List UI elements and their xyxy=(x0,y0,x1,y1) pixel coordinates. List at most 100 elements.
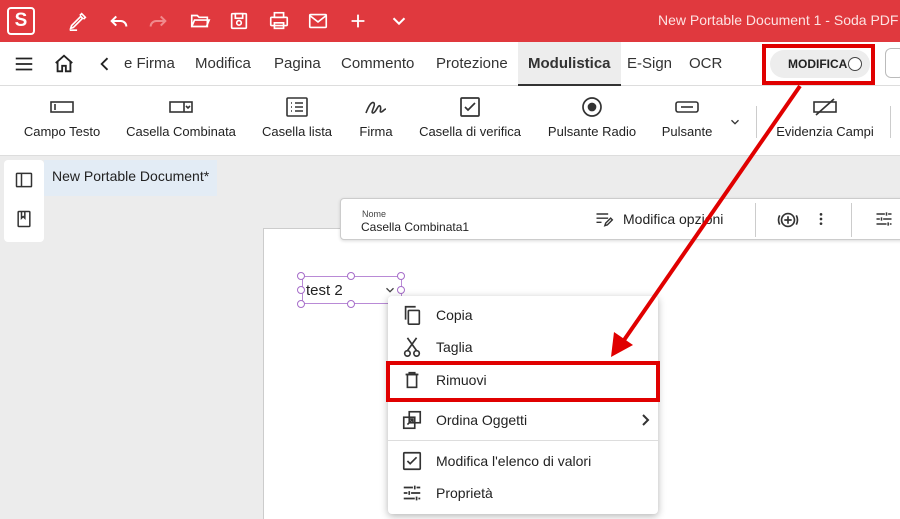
chevron-down-icon xyxy=(722,110,748,134)
add-circle-icon xyxy=(775,208,801,232)
resize-handle[interactable] xyxy=(297,300,305,308)
save-icon[interactable] xyxy=(227,9,251,33)
listbox-icon xyxy=(284,95,310,119)
app-logo: S xyxy=(7,7,35,35)
checkbox-list-icon xyxy=(401,450,423,472)
tab-modifica[interactable]: Modifica xyxy=(195,42,251,86)
redo-icon[interactable] xyxy=(146,9,170,33)
tab-modulistica[interactable]: Modulistica xyxy=(518,42,621,86)
signature-tool[interactable]: Firma xyxy=(357,86,395,156)
context-menu: Copia Taglia Rimuovi Ordina Oggetti Modi… xyxy=(388,296,658,514)
text-field-tool[interactable]: Campo Testo xyxy=(24,86,100,156)
propbar-divider xyxy=(755,203,756,237)
menu-item-label: Ordina Oggetti xyxy=(436,412,528,428)
scroll-tabs-left-icon[interactable] xyxy=(94,53,116,75)
resize-handle[interactable] xyxy=(347,272,355,280)
more-options-button[interactable] xyxy=(813,209,829,229)
sliders-icon xyxy=(401,482,423,504)
highlight-fields-icon xyxy=(812,95,838,119)
highlight-fields-label: Evidenzia Campi xyxy=(776,124,874,139)
menu-item-cut[interactable]: Taglia xyxy=(388,332,658,362)
annotation-highlight-modifica xyxy=(762,44,875,85)
annotation-highlight-rimuovi xyxy=(386,361,660,402)
chevron-right-icon xyxy=(642,414,650,426)
print-icon[interactable] xyxy=(267,9,291,33)
menu-divider xyxy=(388,440,658,441)
tab-commento[interactable]: Commento xyxy=(341,42,414,86)
undo-icon[interactable] xyxy=(107,9,131,33)
menu-item-properties[interactable]: Proprietà xyxy=(388,478,658,508)
overflow-control[interactable] xyxy=(885,48,900,78)
edit-list-icon xyxy=(593,209,615,229)
resize-handle[interactable] xyxy=(297,272,305,280)
push-button-tool[interactable]: Pulsante xyxy=(660,86,714,156)
menu-item-label: Taglia xyxy=(436,339,473,355)
radio-button-tool[interactable]: Pulsante Radio xyxy=(548,86,636,156)
combobox-value: test 2 xyxy=(306,282,343,299)
field-properties-bar: Nome Casella Combinata1 Modifica opzioni xyxy=(340,198,900,240)
text-field-icon xyxy=(49,95,75,119)
arrange-icon xyxy=(401,409,423,431)
menu-item-label: Modifica l'elenco di valori xyxy=(436,453,592,469)
radio-button-label: Pulsante Radio xyxy=(547,124,637,139)
combobox-label: Casella Combinata xyxy=(126,124,236,139)
signature-icon xyxy=(363,95,389,119)
home-icon[interactable] xyxy=(53,53,75,75)
edit-options-label: Modifica opzioni xyxy=(623,211,724,227)
mail-icon[interactable] xyxy=(306,9,330,33)
chevron-down-icon[interactable] xyxy=(387,9,411,33)
copy-icon xyxy=(401,304,423,326)
resize-handle[interactable] xyxy=(397,286,405,294)
resize-handle[interactable] xyxy=(347,300,355,308)
properties-sliders-button[interactable] xyxy=(873,209,895,229)
scissors-icon xyxy=(401,336,423,358)
chevron-down-icon xyxy=(386,287,394,293)
edit-options-button[interactable]: Modifica opzioni xyxy=(593,209,723,229)
more-tools-dropdown[interactable] xyxy=(726,86,744,156)
menu-item-arrange-objects[interactable]: Ordina Oggetti xyxy=(388,405,658,435)
tab-firma[interactable]: e Firma xyxy=(124,42,175,86)
title-bar: S New Portable Document 1 - Soda PDF xyxy=(0,0,900,42)
push-button-label: Pulsante xyxy=(661,124,713,139)
toolbar-divider xyxy=(756,106,757,138)
sliders-icon xyxy=(873,209,895,229)
radio-button-icon xyxy=(579,95,605,119)
text-field-label: Campo Testo xyxy=(23,124,101,139)
checkbox-icon xyxy=(457,95,483,119)
signature-label: Firma xyxy=(359,124,393,139)
highlight-fields-tool[interactable]: Evidenzia Campi xyxy=(776,86,874,156)
document-tab[interactable]: New Portable Document* xyxy=(44,160,218,196)
panel-toggle-icon[interactable] xyxy=(13,169,35,191)
plus-icon[interactable] xyxy=(346,9,370,33)
checkbox-label: Casella di verifica xyxy=(419,124,521,139)
combobox-tool[interactable]: Casella Combinata xyxy=(126,86,236,156)
add-action-button[interactable] xyxy=(775,208,801,232)
tab-pagina[interactable]: Pagina xyxy=(274,42,321,86)
form-toolbar: Campo Testo Casella Combinata Casella li… xyxy=(0,86,900,156)
resize-handle[interactable] xyxy=(297,286,305,294)
menu-item-copy[interactable]: Copia xyxy=(388,300,658,330)
open-folder-icon[interactable] xyxy=(188,9,212,33)
combobox-icon xyxy=(168,95,194,119)
hamburger-menu-icon[interactable] xyxy=(13,53,35,75)
menu-item-edit-value-list[interactable]: Modifica l'elenco di valori xyxy=(388,446,658,476)
resize-handle[interactable] xyxy=(397,272,405,280)
left-sidebar xyxy=(4,160,44,242)
menu-item-label: Proprietà xyxy=(436,485,493,501)
checkbox-tool[interactable]: Casella di verifica xyxy=(419,86,521,156)
field-name-value: Casella Combinata1 xyxy=(361,220,470,234)
push-button-icon xyxy=(674,95,700,119)
field-name-label: Nome xyxy=(362,209,387,219)
more-vertical-icon xyxy=(813,209,829,229)
propbar-divider xyxy=(851,203,852,237)
menu-item-label: Copia xyxy=(436,307,473,323)
window-title: New Portable Document 1 - Soda PDF xyxy=(658,12,899,28)
bookmark-icon[interactable] xyxy=(13,208,35,230)
tab-ocr[interactable]: OCR xyxy=(689,42,722,86)
toolbar-divider xyxy=(890,106,891,138)
tab-protezione[interactable]: Protezione xyxy=(436,42,508,86)
tab-esign[interactable]: E-Sign xyxy=(627,42,672,86)
listbox-tool[interactable]: Casella lista xyxy=(261,86,333,156)
listbox-label: Casella lista xyxy=(261,124,333,139)
sign-pen-icon[interactable] xyxy=(66,9,90,33)
